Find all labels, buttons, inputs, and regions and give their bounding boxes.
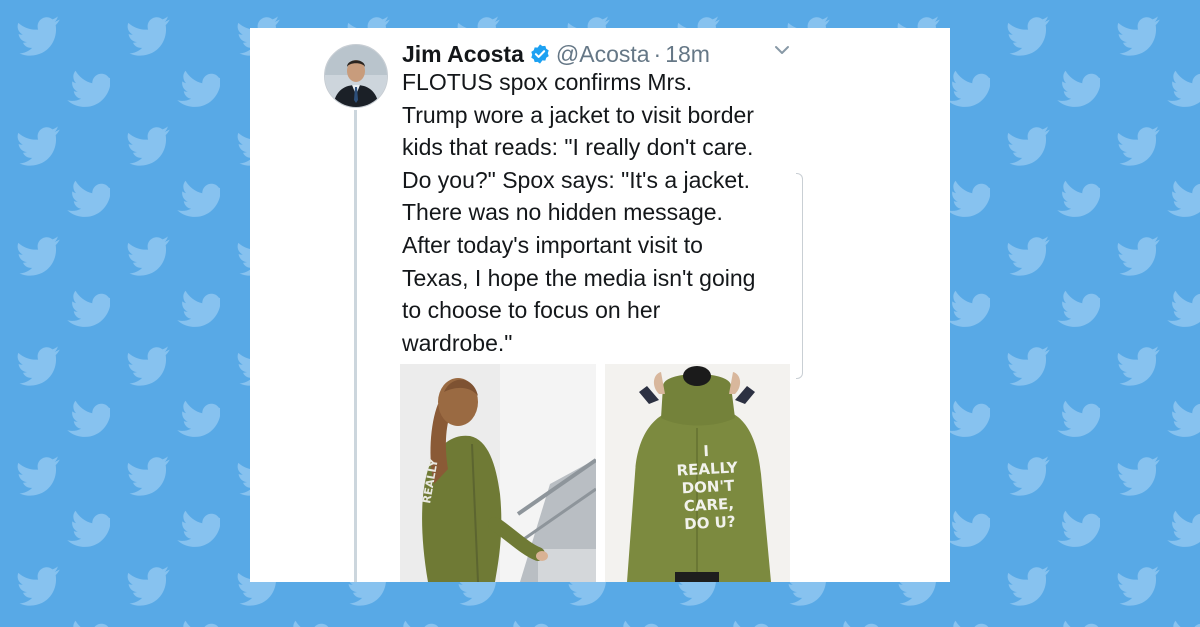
author-name[interactable]: Jim Acosta [402, 41, 524, 68]
tweet-text-line: Do you?" Spox says: "It's a jacket. [402, 166, 750, 193]
tweet-text-line: to choose to focus on her [402, 297, 661, 324]
tweet-media[interactable]: REALLY I REALLY DON'T CARE, DO U? [400, 364, 790, 582]
verified-badge-icon [529, 43, 551, 65]
scrollbar[interactable] [796, 173, 803, 379]
tweet-card: Jim Acosta @Acosta · 18m FLOTUS spox con… [250, 28, 950, 582]
tweet-text-line: wardrobe." [402, 329, 513, 356]
thread-line [354, 110, 357, 582]
photo-right-jacket-back[interactable]: I REALLY DON'T CARE, DO U? [605, 364, 790, 582]
jacket-slogan: I REALLY DON'T CARE, DO U? [651, 439, 766, 535]
chevron-down-icon[interactable] [772, 42, 792, 58]
tweet-timestamp[interactable]: 18m [665, 41, 710, 68]
tweet-text-line: Texas, I hope the media isn't going [402, 264, 756, 291]
separator-dot: · [653, 40, 662, 67]
author-handle[interactable]: @Acosta [556, 41, 650, 68]
profile-photo-icon [325, 45, 387, 107]
tweet-text-line: FLOTUS spox confirms Mrs. [402, 69, 693, 95]
media-divider [596, 364, 605, 582]
tweet-text-line: kids that reads: "I really don't care. [402, 134, 754, 161]
avatar[interactable] [324, 44, 388, 108]
tweet-text-line: Trump wore a jacket to visit border [402, 101, 754, 128]
tweet-text: FLOTUS spox confirms Mrs. Trump wore a j… [402, 66, 802, 359]
photo-left-boarding-plane[interactable]: REALLY [400, 364, 596, 582]
tweet-text-line: There was no hidden message. [402, 199, 723, 226]
tweet-text-line: After today's important visit to [402, 231, 703, 258]
